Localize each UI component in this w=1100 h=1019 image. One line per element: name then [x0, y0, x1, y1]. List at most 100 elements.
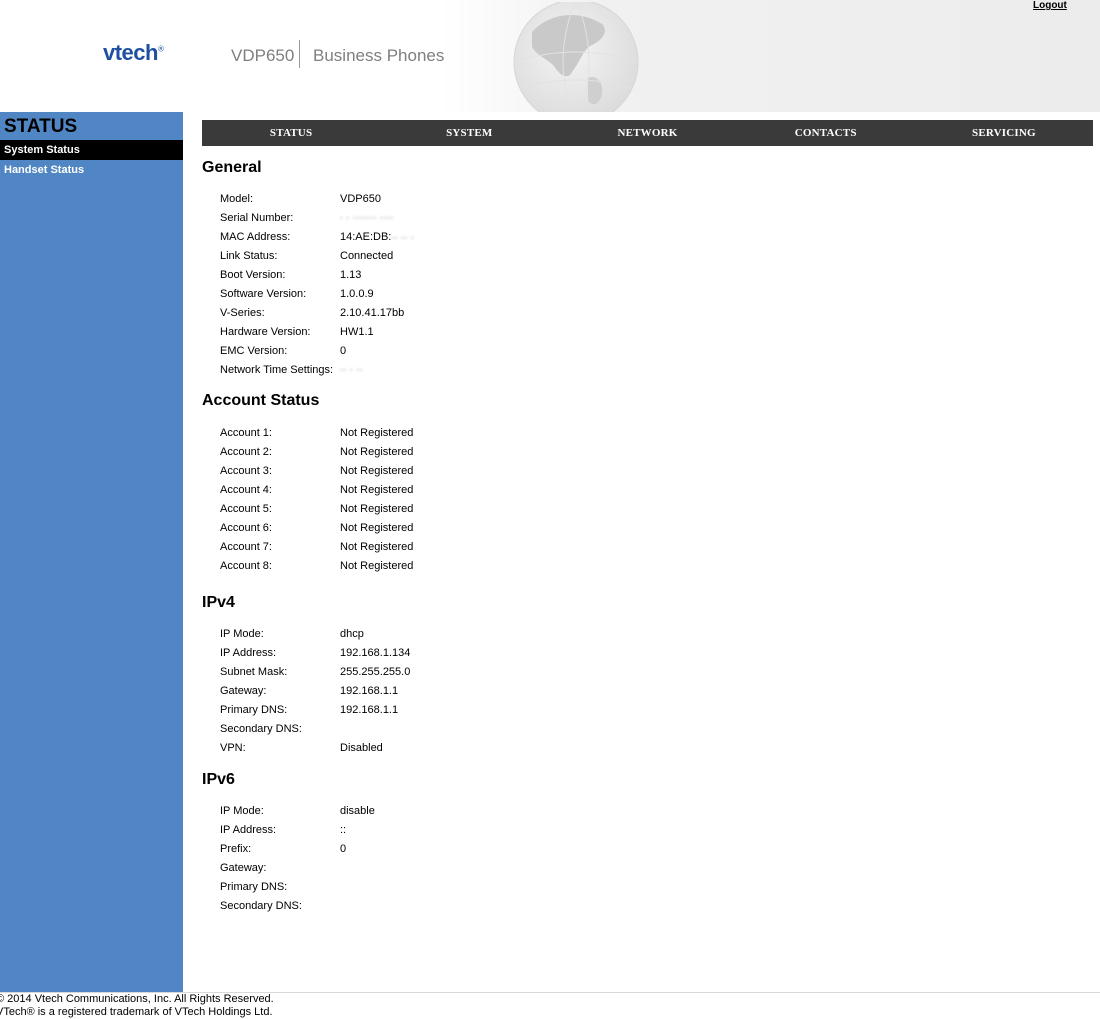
info-row-ipv4-ip-address: IP Address: 192.168.1.134 — [220, 647, 720, 666]
page-header: Logout vtech® VDP650 Business Phones — [0, 0, 1100, 112]
row-label: V-Series: — [220, 307, 265, 319]
info-row-account-6: Account 6: Not Registered — [220, 522, 720, 541]
row-value: disable — [340, 805, 375, 817]
tab-status[interactable]: STATUS — [202, 127, 380, 139]
row-label: Gateway: — [220, 685, 267, 697]
info-row-ipv4-gateway: Gateway: 192.168.1.1 — [220, 685, 720, 704]
info-row-serial-number: Serial Number: ▪ ▪ ▪▪▪▪▪▪▪ ▪▪▪▪ — [220, 212, 720, 231]
row-value-redacted: ▪▪ ▪ ▪▪ — [340, 367, 364, 374]
row-value: Not Registered — [340, 465, 414, 477]
row-label: IP Address: — [220, 647, 277, 659]
row-label: EMC Version: — [220, 345, 288, 357]
row-value: 14:AE:DB:▪▪ ▪▪ ▪ — [340, 231, 415, 243]
top-nav: STATUS SYSTEM NETWORK CONTACTS SERVICING — [202, 120, 1093, 146]
row-label: Hardware Version: — [220, 326, 311, 338]
product-model: VDP650 — [231, 46, 295, 65]
row-value: 0 — [340, 843, 347, 855]
row-value: 2.10.41.17bb — [340, 307, 405, 319]
info-row-ipv6-secondary-dns: Secondary DNS: — [220, 900, 720, 919]
row-label: Secondary DNS: — [220, 723, 302, 735]
row-label: Boot Version: — [220, 269, 286, 281]
row-value: Not Registered — [340, 427, 414, 439]
info-row-ipv4-vpn: VPN: Disabled — [220, 742, 720, 761]
info-row-ipv4-subnet-mask: Subnet Mask: 255.255.255.0 — [220, 666, 720, 685]
globe-icon — [513, 2, 639, 112]
row-label: IP Mode: — [220, 628, 264, 640]
row-value: 255.255.255.0 — [340, 666, 411, 678]
row-value: 192.168.1.134 — [340, 647, 411, 659]
tab-network[interactable]: NETWORK — [558, 127, 736, 139]
info-row-v-series: V-Series: 2.10.41.17bb — [220, 307, 720, 326]
row-label: MAC Address: — [220, 231, 291, 243]
row-label: Network Time Settings: — [220, 364, 334, 376]
section-title-ipv4: IPv4 — [202, 594, 235, 611]
info-row-ipv6-ip-address: IP Address::: — [220, 824, 720, 843]
row-label: Gateway: — [220, 862, 267, 874]
row-value: Not Registered — [340, 522, 414, 534]
info-row-ipv4-primary-dns: Primary DNS: 192.168.1.1 — [220, 704, 720, 723]
sidebar-title: STATUS — [4, 116, 78, 137]
info-row-network-time-settings: Network Time Settings: ▪▪ ▪ ▪▪ — [220, 364, 720, 383]
tab-system[interactable]: SYSTEM — [380, 127, 558, 139]
info-row-mac-address: MAC Address: 14:AE:DB:▪▪ ▪▪ ▪ — [220, 231, 720, 250]
row-label: VPN: — [220, 742, 246, 754]
info-row-emc-version: EMC Version: 0 — [220, 345, 720, 364]
row-value: Not Registered — [340, 541, 414, 553]
info-row-boot-version: Boot Version: 1.13 — [220, 269, 720, 288]
info-row-account-1: Account 1: Not Registered — [220, 427, 720, 446]
row-value: Connected — [340, 250, 394, 262]
section-title-account-status: Account Status — [202, 392, 320, 409]
row-label: Primary DNS: — [220, 881, 288, 893]
tab-contacts[interactable]: CONTACTS — [737, 127, 915, 139]
info-row-ipv4-ip-mode: IP Mode: dhcp — [220, 628, 720, 647]
info-row-account-7: Account 7: Not Registered — [220, 541, 720, 560]
row-label: Subnet Mask: — [220, 666, 288, 678]
info-row-account-3: Account 3: Not Registered — [220, 465, 720, 484]
logout-link[interactable]: Logout — [1033, 0, 1067, 11]
row-value: HW1.1 — [340, 326, 374, 338]
row-label: Account 8: — [220, 560, 272, 572]
row-label: Account 7: — [220, 541, 272, 553]
vtech-logo: vtech® — [103, 40, 164, 66]
sidebar-item-handset-status[interactable]: Handset Status — [0, 160, 183, 180]
page-footer: © 2014 Vtech Communications, Inc. All Ri… — [0, 993, 274, 1019]
tab-servicing[interactable]: SERVICING — [915, 127, 1093, 139]
row-label: IP Mode: — [220, 805, 264, 817]
row-value: 192.168.1.1 — [340, 685, 399, 697]
row-value-redacted: ▪ ▪ ▪▪▪▪▪▪▪ ▪▪▪▪ — [340, 215, 395, 222]
row-value: Not Registered — [340, 446, 414, 458]
row-value: dhcp — [340, 628, 364, 640]
row-value: 0 — [340, 345, 347, 357]
section-title-ipv6: IPv6 — [202, 771, 235, 788]
info-row-account-5: Account 5: Not Registered — [220, 503, 720, 522]
row-value: Disabled — [340, 742, 383, 754]
row-label: Serial Number: — [220, 212, 294, 224]
info-row-ipv6-prefix: Prefix: 0 — [220, 843, 720, 862]
row-value: 1.13 — [340, 269, 362, 281]
row-label: Account 2: — [220, 446, 272, 458]
row-value: Not Registered — [340, 484, 414, 496]
row-value: Not Registered — [340, 560, 414, 572]
row-label: Software Version: — [220, 288, 307, 300]
row-label: Account 5: — [220, 503, 272, 515]
header-divider — [299, 40, 300, 68]
row-value: Not Registered — [340, 503, 414, 515]
info-row-account-8: Account 8: Not Registered — [220, 560, 720, 579]
row-label: Secondary DNS: — [220, 900, 302, 912]
row-label: Prefix: — [220, 843, 252, 855]
sidebar-item-system-status[interactable]: System Status — [0, 140, 183, 160]
row-label: Primary DNS: — [220, 704, 288, 716]
row-label: Account 6: — [220, 522, 272, 534]
row-label: Account 4: — [220, 484, 272, 496]
row-label: Model: — [220, 193, 254, 205]
trademark-text: VTech® is a registered trademark of VTec… — [0, 1006, 273, 1018]
product-line: Business Phones — [313, 46, 445, 65]
info-row-ipv4-secondary-dns: Secondary DNS: — [220, 723, 720, 742]
brand-name: vtech — [103, 40, 158, 65]
row-label: Link Status: — [220, 250, 278, 262]
row-label: IP Address: — [220, 824, 277, 836]
row-label: Account 3: — [220, 465, 272, 477]
row-value: :: — [340, 824, 347, 836]
info-row-ipv6-gateway: Gateway: — [220, 862, 720, 881]
row-value: 192.168.1.1 — [340, 704, 399, 716]
